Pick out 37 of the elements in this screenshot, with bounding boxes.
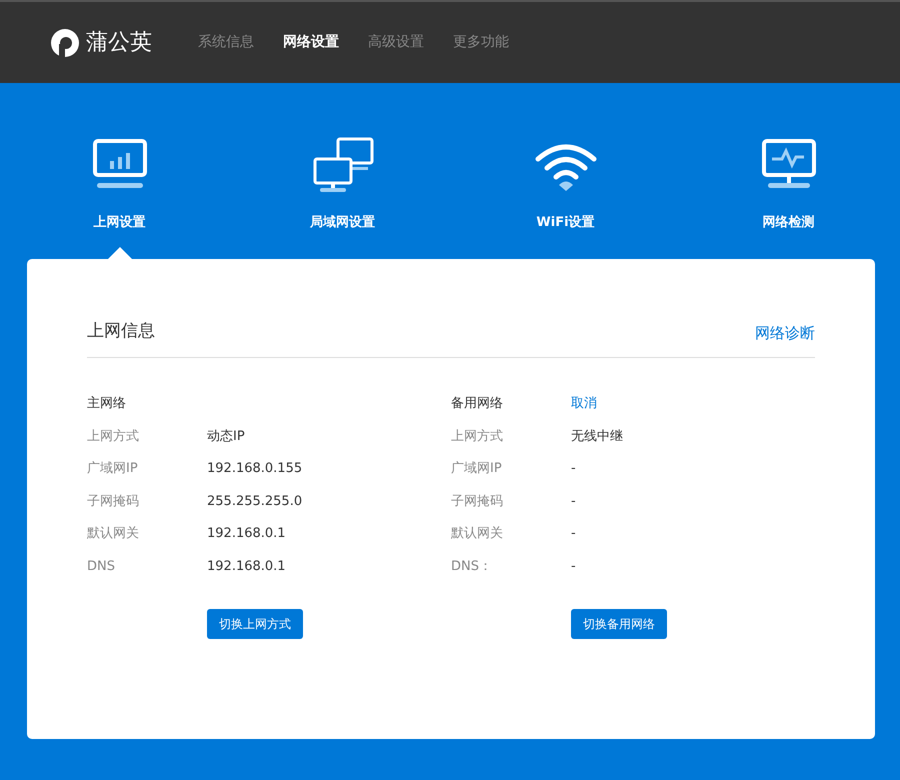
field-value: 动态IP	[207, 428, 245, 446]
field-label: 子网掩码	[451, 492, 504, 510]
field-value: 无线中继	[571, 428, 623, 446]
field-value: 255.255.255.0	[207, 492, 302, 510]
brand-name: 蒲公英	[86, 29, 152, 57]
field-value: 192.168.0.1	[207, 525, 286, 543]
field-value: -	[571, 525, 576, 543]
field-value: 192.168.0.1	[207, 558, 286, 576]
field-label: 广域网IP	[451, 460, 503, 478]
nav-tab[interactable]: 系统信息	[198, 32, 254, 53]
field-label: 上网方式	[87, 428, 140, 446]
network-heading: 主网络	[87, 395, 127, 413]
nav-tab[interactable]: 网络设置	[283, 32, 339, 53]
field-label: 上网方式	[451, 428, 504, 446]
nav-tab[interactable]: 高级设置	[368, 32, 424, 53]
two-monitors-icon	[312, 136, 374, 193]
field-label: DNS	[87, 558, 116, 576]
field-label: DNS：	[451, 558, 493, 576]
field-label: 子网掩码	[87, 492, 140, 510]
diagnose-link[interactable]: 网络诊断	[755, 322, 815, 344]
field-label: 默认网关	[451, 525, 504, 543]
field-value: -	[571, 492, 576, 510]
category-tab[interactable]: 网络检测	[677, 83, 900, 259]
category-tab[interactable]: 局域网设置	[231, 83, 454, 259]
network-heading: 备用网络	[451, 395, 504, 413]
field-value: -	[571, 460, 576, 478]
logo-icon	[50, 28, 80, 58]
field-value: -	[571, 558, 576, 576]
field-label: 默认网关	[87, 525, 140, 543]
category-tab[interactable]: WiFi设置	[454, 83, 677, 259]
switch-button[interactable]: 切换上网方式	[207, 608, 303, 638]
switch-button[interactable]: 切换备用网络	[571, 608, 667, 638]
section-title: 上网信息	[87, 320, 155, 343]
field-label: 广域网IP	[87, 460, 139, 478]
field-value: 192.168.0.155	[207, 460, 302, 478]
nav-tab[interactable]: 更多功能	[453, 32, 509, 53]
cancel-link[interactable]: 取消	[571, 394, 597, 414]
